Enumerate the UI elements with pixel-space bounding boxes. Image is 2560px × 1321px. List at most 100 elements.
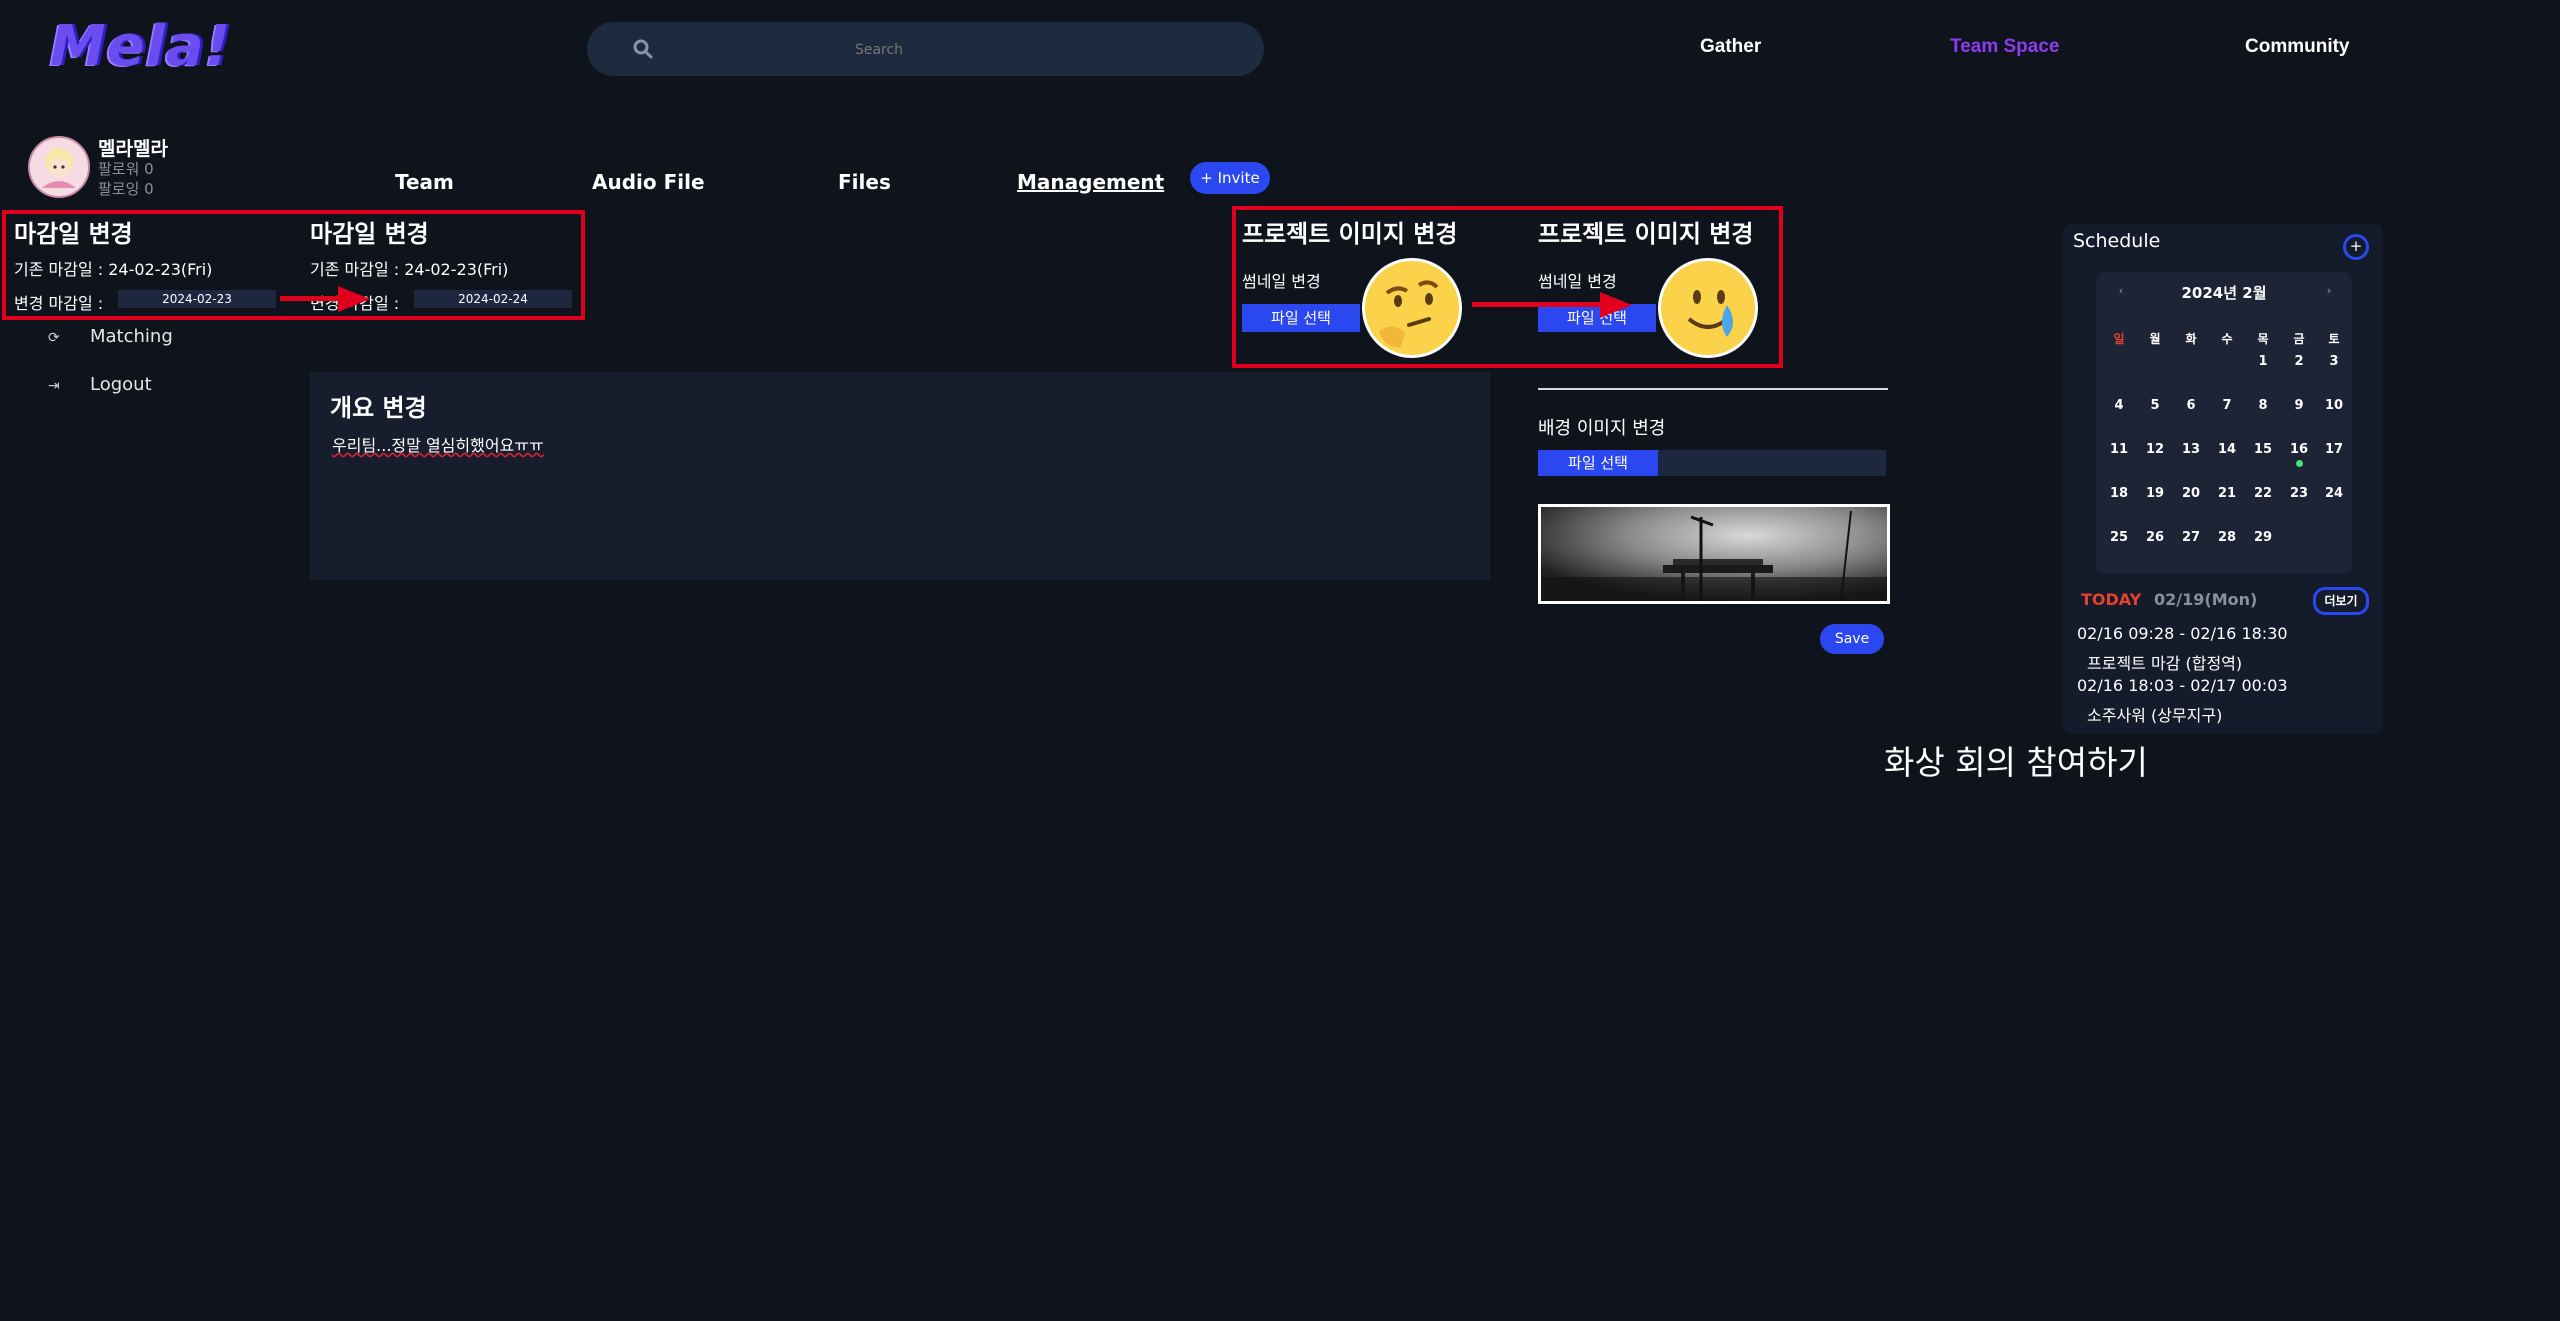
more-button[interactable]: 더보기 <box>2313 587 2369 615</box>
nav-gather[interactable]: Gather <box>1700 36 1761 58</box>
deadline-arrow-icon <box>338 286 370 312</box>
weekday-label: 화 <box>2185 332 2197 346</box>
tab-team[interactable]: Team <box>395 170 454 194</box>
calendar-day[interactable]: 4 <box>2104 398 2134 413</box>
calendar-day[interactable]: 23 <box>2284 486 2314 501</box>
tab-audio-file[interactable]: Audio File <box>592 170 705 194</box>
event-dot-icon <box>2296 460 2303 467</box>
tab-files[interactable]: Files <box>838 170 891 194</box>
profile-name: 멜라멜라 <box>98 138 168 160</box>
calendar-day[interactable]: 26 <box>2140 530 2170 545</box>
event-time: 02/16 09:28 - 02/16 18:30 <box>2077 624 2288 643</box>
calendar-day[interactable]: 1 <box>2248 354 2278 369</box>
calendar-day[interactable]: 9 <box>2284 398 2314 413</box>
weekday-label: 목 <box>2257 332 2269 346</box>
calendar-day[interactable]: 22 <box>2248 486 2278 501</box>
background-image-title: 배경 이미지 변경 <box>1538 418 1666 439</box>
search-bar[interactable] <box>587 22 1264 78</box>
thinking-face-icon <box>1362 258 1462 358</box>
following-count[interactable]: 팔로잉 0 <box>98 178 154 199</box>
image-arrow-icon <box>1600 292 1632 318</box>
video-call-link[interactable]: 화상 회의 참여하기 <box>1884 736 2148 784</box>
divider <box>1538 388 1888 390</box>
weekday-label: 금 <box>2293 332 2305 346</box>
calendar-day[interactable]: 11 <box>2104 442 2134 457</box>
image-arrow-shaft <box>1472 302 1602 307</box>
overview-title: 개요 변경 <box>330 394 427 422</box>
today-date: 02/19(Mon) <box>2154 590 2258 609</box>
sidebar-item-matching[interactable]: ⟳ Matching <box>48 326 173 347</box>
file-select-button-right[interactable]: 파일 선택 <box>1538 304 1656 332</box>
calendar-day[interactable]: 16 <box>2284 442 2314 457</box>
search-input[interactable] <box>667 22 1091 78</box>
calendar-day[interactable]: 6 <box>2176 398 2206 413</box>
calendar-day[interactable]: 24 <box>2319 486 2349 501</box>
deadline-change-label-left: 변경 마감일 : <box>14 294 104 313</box>
event-title[interactable]: 프로젝트 마감 (합정역) <box>2087 650 2242 674</box>
thumbnail-label-right: 썸네일 변경 <box>1538 272 1617 291</box>
avatar-illustration <box>30 138 88 196</box>
nav-community[interactable]: Community <box>2245 36 2350 58</box>
event-title[interactable]: 소주사워 (상무지구) <box>2087 702 2222 726</box>
logout-icon: ⇥ <box>48 378 60 394</box>
calendar-day[interactable]: 12 <box>2140 442 2170 457</box>
background-preview-image <box>1538 504 1890 604</box>
next-month-icon[interactable]: › <box>2314 284 2344 297</box>
weekday-label: 수 <box>2221 332 2233 346</box>
tab-management[interactable]: Management <box>1017 170 1164 194</box>
logo-text: Mela! <box>50 14 232 79</box>
project-image-title-left: 프로젝트 이미지 변경 <box>1242 220 1458 248</box>
thumbnail-label-left: 썸네일 변경 <box>1242 272 1321 291</box>
calendar-day[interactable]: 21 <box>2212 486 2242 501</box>
search-icon <box>633 39 653 59</box>
calendar-day[interactable]: 14 <box>2212 442 2242 457</box>
calendar-day[interactable]: 20 <box>2176 486 2206 501</box>
schedule-title: Schedule <box>2073 230 2161 252</box>
file-select-button-left[interactable]: 파일 선택 <box>1242 304 1360 332</box>
followers-count[interactable]: 팔로워 0 <box>98 158 154 179</box>
background-file-select-button[interactable]: 파일 선택 <box>1538 450 1658 476</box>
weekday-label: 월 <box>2149 332 2161 346</box>
event-time: 02/16 18:03 - 02/17 00:03 <box>2077 676 2288 695</box>
deadline-title-right: 마감일 변경 <box>310 220 429 248</box>
calendar-day[interactable]: 7 <box>2212 398 2242 413</box>
calendar-day[interactable]: 25 <box>2104 530 2134 545</box>
calendar-day[interactable]: 27 <box>2176 530 2206 545</box>
avatar[interactable] <box>28 136 90 198</box>
project-image-title-right: 프로젝트 이미지 변경 <box>1538 220 1754 248</box>
calendar: ‹ 2024년 2월 › 일 월 화 수 목 금 토 1 2 3 4 5 6 7 8 9 10 11 12 13 14 1… <box>2096 272 2352 574</box>
calendar-day[interactable]: 3 <box>2319 354 2349 369</box>
calendar-day[interactable]: 17 <box>2319 442 2349 457</box>
weekday-label: 토 <box>2328 332 2340 346</box>
save-button[interactable]: Save <box>1820 624 1884 654</box>
calendar-day[interactable]: 29 <box>2248 530 2278 545</box>
calendar-day[interactable]: 2 <box>2284 354 2314 369</box>
deadline-date-input-left[interactable]: 2024-02-23 <box>118 290 276 308</box>
deadline-current-left: 기존 마감일 : 24-02-23(Fri) <box>14 260 213 279</box>
calendar-day[interactable]: 18 <box>2104 486 2134 501</box>
smiling-face-with-tear-icon <box>1658 258 1758 358</box>
calendar-day[interactable]: 19 <box>2140 486 2170 501</box>
calendar-day[interactable]: 10 <box>2319 398 2349 413</box>
overview-panel <box>310 372 1490 580</box>
deadline-current-right: 기존 마감일 : 24-02-23(Fri) <box>310 260 509 279</box>
invite-button[interactable]: + Invite <box>1190 162 1270 194</box>
sidebar-item-label: Logout <box>90 374 152 395</box>
deadline-arrow-shaft <box>280 296 340 301</box>
calendar-day[interactable]: 13 <box>2176 442 2206 457</box>
matching-icon: ⟳ <box>48 330 60 346</box>
sidebar-item-logout[interactable]: ⇥ Logout <box>48 374 152 395</box>
deadline-date-input-right[interactable]: 2024-02-24 <box>414 290 572 308</box>
overview-textarea[interactable]: 우리팀...정말 열심히했어요ㅠㅠ <box>332 432 544 456</box>
deadline-title-left: 마감일 변경 <box>14 220 133 248</box>
weekday-label: 일 <box>2113 332 2125 346</box>
nav-team-space[interactable]: Team Space <box>1950 36 2059 58</box>
calendar-day[interactable]: 8 <box>2248 398 2278 413</box>
add-schedule-button[interactable]: + <box>2343 234 2369 260</box>
calendar-day[interactable]: 15 <box>2248 442 2278 457</box>
sidebar-item-label: Matching <box>90 326 173 347</box>
today-label: TODAY <box>2081 590 2142 609</box>
calendar-day[interactable]: 5 <box>2140 398 2170 413</box>
app-logo[interactable]: Mela! <box>50 14 240 79</box>
calendar-day[interactable]: 28 <box>2212 530 2242 545</box>
